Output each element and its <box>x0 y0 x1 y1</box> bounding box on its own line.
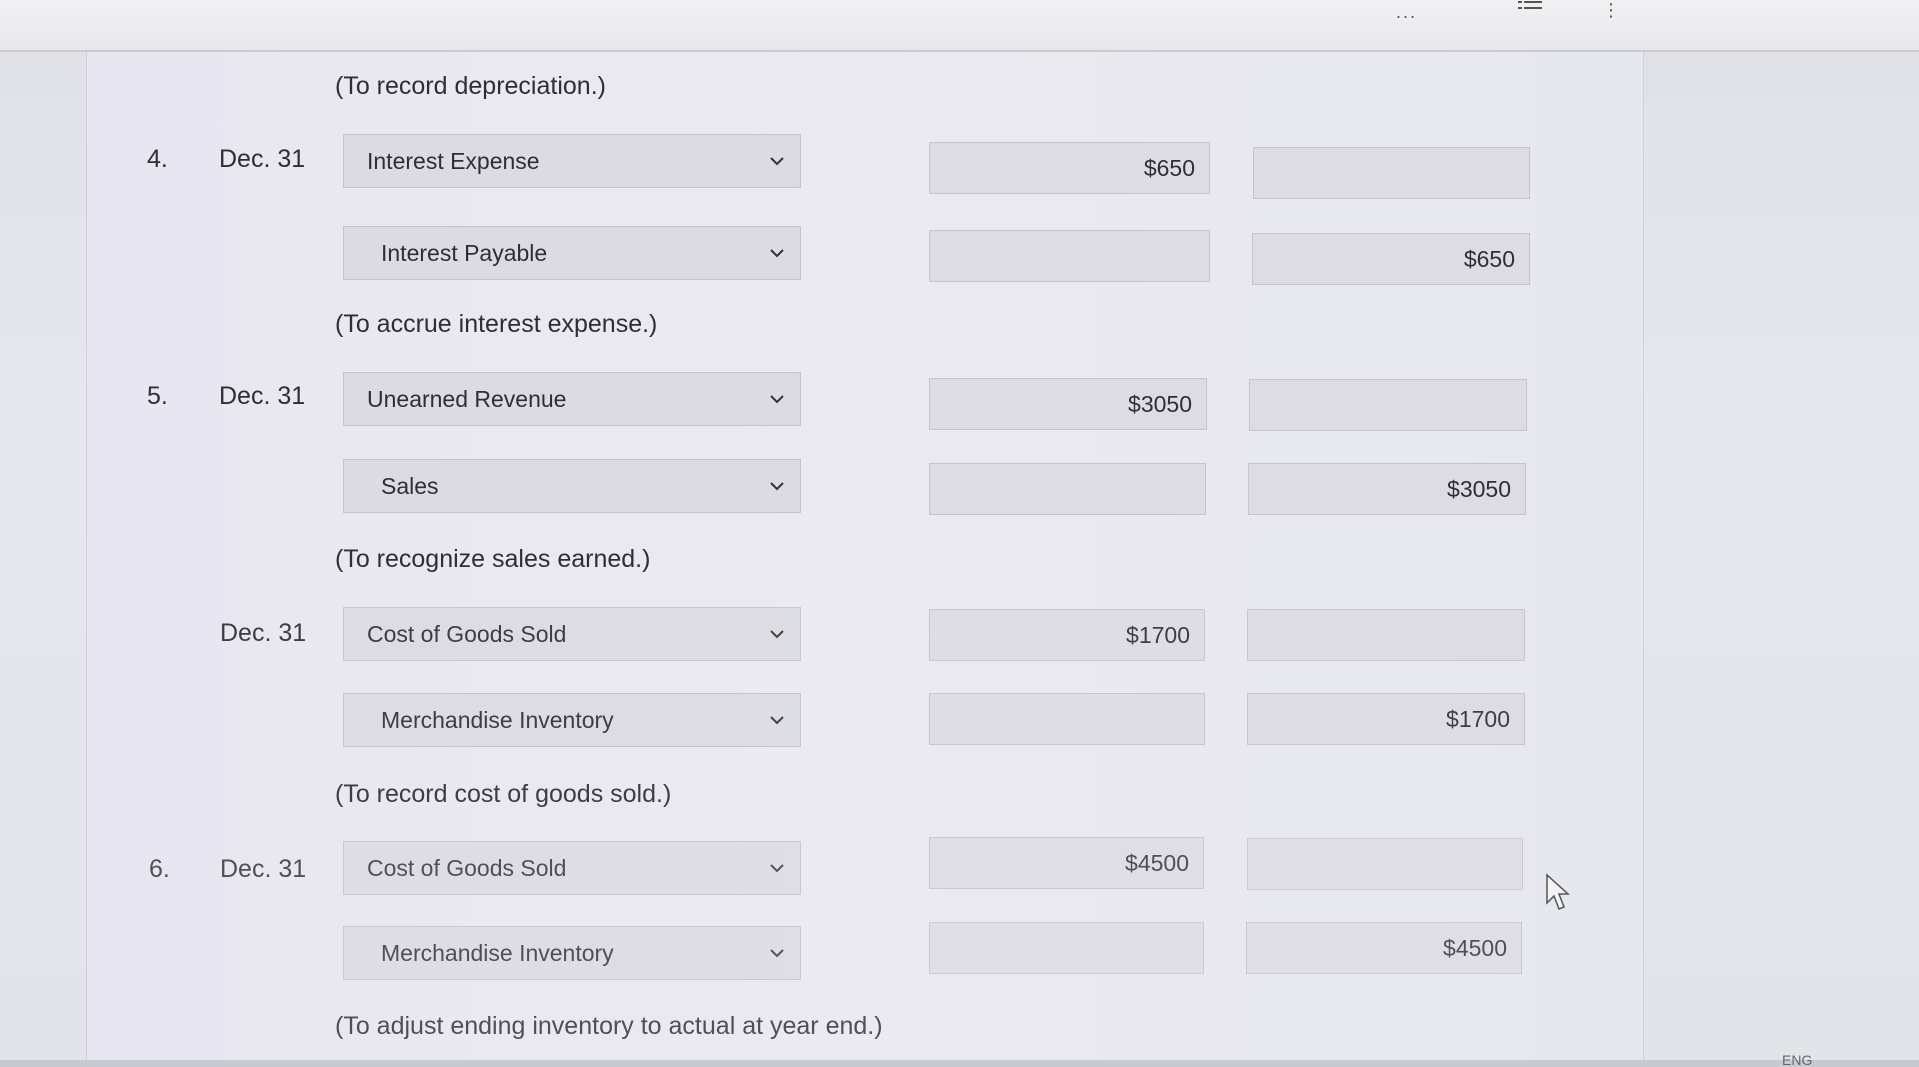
debit-account-label: Interest Expense <box>367 147 540 174</box>
debit-amount-input[interactable] <box>929 463 1206 515</box>
chevron-down-icon <box>770 249 784 258</box>
entry-number: 6. <box>149 855 170 883</box>
debit-amount-input[interactable]: $1700 <box>929 609 1205 661</box>
credit-amount-input[interactable]: $3050 <box>1248 463 1526 515</box>
credit-account-label: Interest Payable <box>381 239 548 266</box>
debit-account-select[interactable]: Unearned Revenue <box>343 372 801 426</box>
chevron-down-icon <box>770 949 784 958</box>
entry-date: Dec. 31 <box>220 855 307 883</box>
list-icon[interactable] <box>1518 0 1542 14</box>
chevron-down-icon <box>770 630 784 639</box>
credit-account-select[interactable]: Merchandise Inventory <box>343 693 801 747</box>
entry-number: 4. <box>147 145 168 173</box>
debit-account-label: Cost of Goods Sold <box>367 854 567 881</box>
debit-account-select[interactable]: Cost of Goods Sold <box>343 607 801 661</box>
debit-amount-input[interactable] <box>929 693 1205 745</box>
credit-amount-input[interactable] <box>1249 379 1527 431</box>
debit-amount-input[interactable]: $4500 <box>929 837 1204 889</box>
top-toolbar: ... ⋮ <box>0 0 1919 52</box>
credit-account-label: Sales <box>381 472 439 499</box>
credit-amount-input[interactable]: $1700 <box>1247 693 1525 745</box>
chevron-down-icon <box>770 395 784 404</box>
entry-note: (To adjust ending inventory to actual at… <box>335 1012 883 1040</box>
debit-account-select[interactable]: Interest Expense <box>343 134 801 188</box>
debit-account-label: Cost of Goods Sold <box>367 620 567 647</box>
debit-amount-input[interactable] <box>929 230 1210 282</box>
entry-date: Dec. 31 <box>219 145 306 173</box>
entry-date: Dec. 31 <box>219 382 306 410</box>
entry-note: (To record cost of goods sold.) <box>335 780 672 808</box>
debit-amount-input[interactable] <box>929 922 1204 974</box>
entry-note-depreciation: (To record depreciation.) <box>335 72 606 100</box>
credit-account-label: Merchandise Inventory <box>381 939 614 966</box>
entry-number: 5. <box>147 382 168 410</box>
kebab-menu-icon[interactable]: ⋮ <box>1602 0 1620 21</box>
more-dots-icon[interactable]: ... <box>1396 2 1417 23</box>
debit-account-label: Unearned Revenue <box>367 385 567 412</box>
screen: ... ⋮ (To record depreciation.) 4. Dec. … <box>0 0 1919 1067</box>
taskbar <box>0 1060 1919 1067</box>
credit-account-select[interactable]: Sales <box>343 459 801 513</box>
credit-amount-input[interactable] <box>1247 609 1525 661</box>
mouse-pointer-icon <box>1546 873 1570 910</box>
credit-amount-input[interactable] <box>1253 147 1530 199</box>
language-indicator[interactable]: ENG <box>1782 1052 1812 1067</box>
debit-account-select[interactable]: Cost of Goods Sold <box>343 841 801 895</box>
journal-entries-panel <box>86 52 1644 1067</box>
entry-date: Dec. 31 <box>220 619 307 647</box>
entry-note: (To recognize sales earned.) <box>335 545 651 573</box>
debit-amount-input[interactable]: $3050 <box>929 378 1207 430</box>
chevron-down-icon <box>770 716 784 725</box>
credit-account-select[interactable]: Merchandise Inventory <box>343 926 801 980</box>
chevron-down-icon <box>770 864 784 873</box>
credit-account-select[interactable]: Interest Payable <box>343 226 801 280</box>
debit-amount-input[interactable]: $650 <box>929 142 1210 194</box>
credit-account-label: Merchandise Inventory <box>381 706 614 733</box>
chevron-down-icon <box>770 157 784 166</box>
chevron-down-icon <box>770 482 784 491</box>
credit-amount-input[interactable]: $4500 <box>1246 922 1522 974</box>
credit-amount-input[interactable] <box>1247 838 1523 890</box>
credit-amount-input[interactable]: $650 <box>1252 233 1530 285</box>
entry-note: (To accrue interest expense.) <box>335 310 658 338</box>
